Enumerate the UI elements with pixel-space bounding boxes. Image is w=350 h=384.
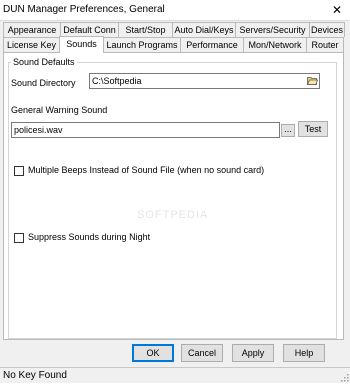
test-sound-button[interactable]: Test [298, 121, 328, 137]
close-button[interactable]: ✕ [324, 0, 350, 20]
tab-devices[interactable]: Devices [309, 22, 345, 37]
tab-appearance[interactable]: Appearance [3, 22, 61, 37]
suppress-night-checkbox[interactable] [14, 233, 24, 243]
title-bar: DUN Manager Preferences, General ✕ [0, 0, 350, 21]
tab-auto-dial-keys[interactable]: Auto Dial/Keys [172, 22, 236, 37]
window-title: DUN Manager Preferences, General [3, 4, 165, 15]
preferences-window: DUN Manager Preferences, General ✕ Appea… [0, 0, 350, 383]
warning-sound-value: policesi.wav [14, 125, 63, 135]
tab-router[interactable]: Router [306, 37, 344, 52]
tab-launch-programs[interactable]: Launch Programs [103, 37, 181, 52]
browse-sound-button[interactable]: ... [281, 124, 295, 137]
multiple-beeps-checkbox[interactable] [14, 166, 24, 176]
sounds-panel: Sound Defaults Sound Directory C:\Softpe… [3, 52, 344, 340]
warning-sound-field[interactable]: policesi.wav [11, 122, 280, 138]
tab-mon-network[interactable]: Mon/Network [243, 37, 307, 52]
tab-row-2: License Key Sounds Launch Programs Perfo… [3, 36, 344, 53]
help-button[interactable]: Help [283, 344, 325, 362]
status-text: No Key Found [3, 370, 67, 381]
tab-row-1: Appearance Default Conn Start/Stop Auto … [3, 22, 345, 37]
sound-directory-field[interactable]: C:\Softpedia [89, 73, 320, 89]
sound-defaults-group: Sound Defaults Sound Directory C:\Softpe… [8, 57, 337, 339]
folder-open-icon[interactable] [306, 75, 319, 86]
tab-license-key[interactable]: License Key [3, 37, 60, 52]
tab-default-conn[interactable]: Default Conn [60, 22, 119, 37]
sound-directory-label: Sound Directory [11, 78, 76, 88]
cancel-button[interactable]: Cancel [181, 344, 223, 362]
status-bar: No Key Found [0, 367, 350, 383]
tab-start-stop[interactable]: Start/Stop [118, 22, 173, 37]
sound-directory-value: C:\Softpedia [92, 76, 142, 86]
resize-grip-icon[interactable] [340, 373, 349, 382]
warning-sound-label: General Warning Sound [11, 105, 108, 115]
group-title: Sound Defaults [11, 57, 77, 67]
tab-sounds[interactable]: Sounds [59, 36, 104, 53]
ok-button[interactable]: OK [132, 344, 174, 362]
close-icon: ✕ [331, 3, 343, 17]
apply-button[interactable]: Apply [232, 344, 274, 362]
softpedia-watermark: SOFTPEDIA [137, 209, 209, 221]
tab-servers-security[interactable]: Servers/Security [235, 22, 310, 37]
multiple-beeps-label: Multiple Beeps Instead of Sound File (wh… [28, 165, 265, 175]
suppress-night-label: Suppress Sounds during Night [28, 232, 151, 242]
tab-performance[interactable]: Performance [180, 37, 244, 52]
